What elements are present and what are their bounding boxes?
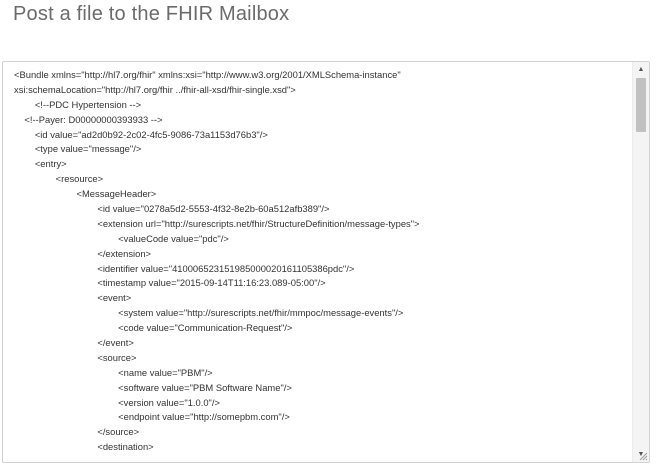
code-line: <name value="PBM"/> (14, 366, 213, 378)
code-line: <id value="ad2d0b92-2c02-4fc5-9086-73a11… (14, 128, 268, 140)
vertical-scrollbar[interactable]: ▲ ▼ (632, 62, 649, 462)
code-line: <entry> (14, 158, 67, 170)
code-line: <resource> (14, 173, 104, 185)
code-line: </event> (14, 337, 134, 349)
code-line: <source> (14, 351, 137, 363)
code-line: <system value="http://surescripts.net/fh… (14, 307, 404, 319)
code-line: <type value="message"/> (14, 143, 142, 155)
code-line: <timestamp value="2015-09-14T11:16:23.08… (14, 277, 326, 289)
code-line: </extension> (14, 247, 152, 259)
code-line: <Bundle xmlns="http://hl7.org/fhir" xmln… (14, 69, 401, 80)
code-line: <endpoint value="http://somepbm.com"/> (14, 411, 290, 423)
scroll-up-arrow-icon[interactable]: ▲ (633, 63, 649, 76)
scrollbar-thumb[interactable] (636, 78, 646, 132)
code-line: <valueCode value="pdc"/> (14, 232, 229, 244)
code-line: <!--Payer: D00000000393933 --> (14, 113, 163, 125)
code-line: <extension url="http://surescripts.net/f… (14, 217, 420, 229)
page-title: Post a file to the FHIR Mailbox (13, 3, 290, 25)
code-line: xsi:schemaLocation="http://hl7.org/fhir … (14, 83, 296, 95)
code-line: <version value="1.0.0"/> (14, 396, 220, 408)
code-line: </source> (14, 426, 140, 438)
code-line: <id value="0278a5d2-5553-4f32-8e2b-60a51… (14, 203, 330, 215)
code-line: <!--PDC Hypertension --> (14, 98, 142, 110)
xml-content[interactable]: <Bundle xmlns="http://hl7.org/fhir" xmln… (3, 62, 632, 462)
code-line: <identifier value="410006523151985000020… (14, 262, 355, 274)
code-line: <MessageHeader> (14, 188, 157, 200)
code-line: <destination> (14, 441, 154, 453)
code-line: <software value="PBM Software Name"/> (14, 381, 292, 393)
page: Post a file to the FHIR Mailbox <Bundle … (0, 0, 659, 473)
code-line: <code value="Communication-Request"/> (14, 322, 293, 334)
resize-grip-icon[interactable] (638, 451, 648, 461)
code-line: <event> (14, 292, 132, 304)
xml-textarea[interactable]: <Bundle xmlns="http://hl7.org/fhir" xmln… (2, 61, 650, 463)
